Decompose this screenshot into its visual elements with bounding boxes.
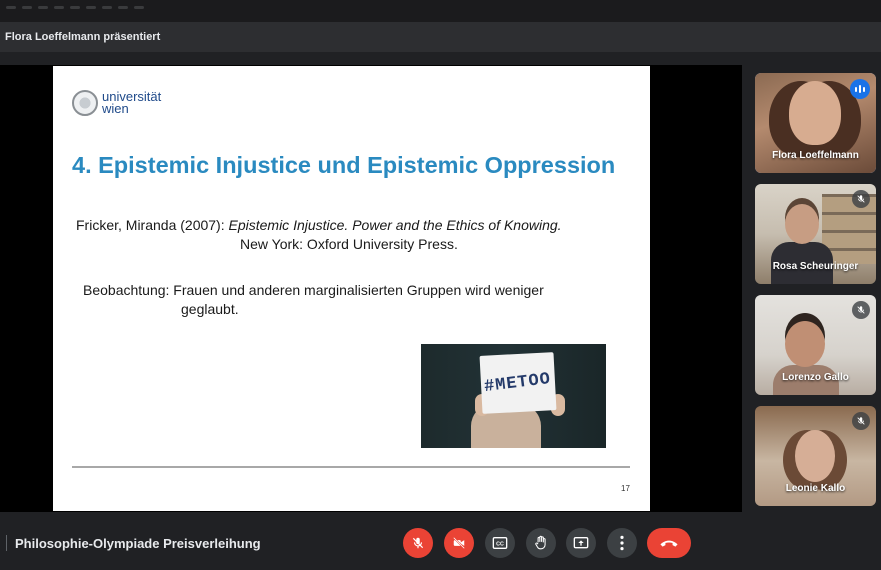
- mic-muted-icon: [852, 190, 870, 208]
- slide-divider: [72, 466, 630, 468]
- mic-off-icon: [412, 537, 424, 549]
- participant-name: Flora Loeffelmann: [772, 150, 859, 161]
- svg-text:CC: CC: [496, 542, 504, 548]
- raise-hand-icon: [535, 535, 546, 550]
- mic-muted-icon: [852, 301, 870, 319]
- participant-tile-lorenzo[interactable]: Lorenzo Gallo: [755, 295, 876, 395]
- photo-sign-text: #METOO: [483, 369, 553, 397]
- captions-button[interactable]: CC: [485, 528, 515, 558]
- participant-name: Rosa Scheuringer: [772, 261, 859, 272]
- observation-line-2: geglaubt.: [181, 301, 239, 317]
- presenter-banner-text: Flora Loeffelmann präsentiert: [5, 31, 161, 43]
- participant-tile-rosa[interactable]: Rosa Scheuringer: [755, 184, 876, 284]
- bottom-control-bar: Philosophie-Olympiade Preisverleihung CC: [0, 516, 881, 570]
- presenter-banner: Flora Loeffelmann präsentiert: [0, 22, 881, 52]
- participant-name: Lorenzo Gallo: [782, 372, 849, 383]
- metoo-photo: #METOO: [421, 344, 606, 448]
- citation: Fricker, Miranda (2007): Epistemic Injus…: [76, 216, 562, 254]
- citation-publisher: New York: Oxford University Press.: [240, 236, 458, 252]
- participant-name: Leonie Kallo: [785, 483, 846, 494]
- observation: Beobachtung: Frauen und anderen marginal…: [83, 281, 544, 319]
- end-call-icon: [660, 540, 678, 547]
- photo-sign: #METOO: [479, 352, 557, 414]
- title-separator: [6, 535, 7, 551]
- captions-icon: CC: [492, 537, 508, 549]
- speaking-indicator-icon: [850, 79, 870, 99]
- meeting-title-text: Philosophie-Olympiade Preisverleihung: [15, 535, 261, 551]
- window-top-strip: [0, 0, 881, 22]
- slide-title: 4. Epistemic Injustice und Epistemic Opp…: [72, 152, 616, 178]
- citation-author: Fricker, Miranda (2007):: [76, 217, 229, 233]
- university-seal-icon: [72, 90, 98, 116]
- participant-tile-leonie[interactable]: Leonie Kallo: [755, 406, 876, 506]
- meeting-title: Philosophie-Olympiade Preisverleihung: [6, 535, 261, 551]
- camera-off-icon: [453, 537, 465, 549]
- university-logo: universität wien: [72, 90, 161, 116]
- mic-muted-icon: [852, 412, 870, 430]
- citation-title: Epistemic Injustice. Power and the Ethic…: [228, 217, 562, 233]
- observation-line-1: Beobachtung: Frauen und anderen marginal…: [83, 282, 544, 298]
- present-screen-button[interactable]: [566, 528, 596, 558]
- raise-hand-button[interactable]: [526, 528, 556, 558]
- window-dots: [6, 6, 144, 9]
- stage-gap: [742, 65, 754, 512]
- end-call-button[interactable]: [647, 528, 691, 558]
- present-screen-icon: [573, 537, 589, 549]
- logo-line-2: wien: [102, 101, 129, 116]
- mic-toggle-button[interactable]: [403, 528, 433, 558]
- presentation-slide: universität wien 4. Epistemic Injustice …: [53, 66, 650, 511]
- more-options-button[interactable]: [607, 528, 637, 558]
- university-wordmark: universität wien: [102, 90, 161, 116]
- slide-page-number: 17: [621, 484, 630, 493]
- camera-toggle-button[interactable]: [444, 528, 474, 558]
- more-options-icon: [620, 535, 624, 551]
- participant-tile-flora[interactable]: Flora Loeffelmann: [755, 73, 876, 173]
